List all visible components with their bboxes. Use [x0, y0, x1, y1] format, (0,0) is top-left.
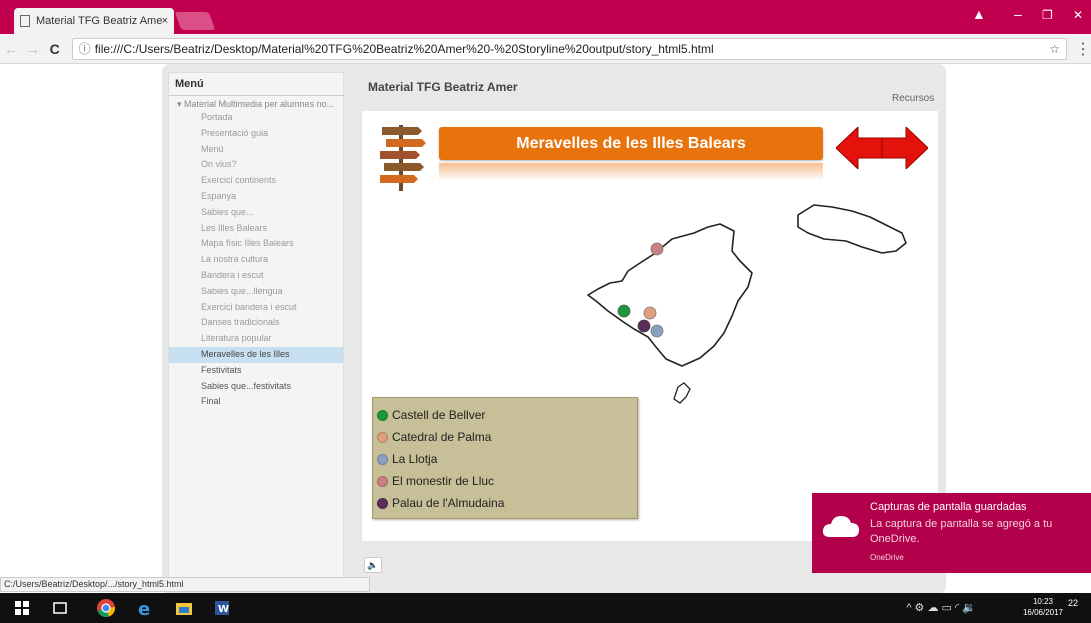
menu-sidebar: Menú ▾ Material Multimedia per alumnes n…: [168, 72, 345, 590]
menu-tab[interactable]: Menú: [169, 73, 343, 95]
new-tab-button[interactable]: [174, 12, 216, 30]
url-text: file:///C:/Users/Beatriz/Desktop/Materia…: [94, 41, 714, 56]
legend-label: Castell de Bellver: [392, 408, 486, 422]
menu-item[interactable]: Portada: [169, 110, 343, 126]
map-point-la-llotja: [650, 324, 664, 338]
notification-body: La captura de pantalla se agregó a tu On…: [870, 518, 1053, 545]
file-explorer-icon[interactable]: [174, 598, 194, 618]
legend-label: Palau de l'Almudaina: [392, 496, 505, 510]
course-title: Material TFG Beatriz Amer: [368, 80, 518, 94]
legend-dot-icon: [377, 475, 388, 487]
legend-dot-icon: [377, 431, 388, 443]
map-point-el-monestir-de-lluc: [650, 242, 664, 256]
menu-item[interactable]: La nostra cultura: [169, 252, 343, 268]
menu-item[interactable]: Mapa físic Illes Balears: [169, 236, 343, 252]
browser-toolbar: ← → C ⓘ file:///C:/Users/Beatriz/Desktop…: [0, 34, 1091, 64]
menu-item[interactable]: Sabies que...festivitats: [169, 379, 343, 395]
legend-dot-icon: [377, 497, 388, 509]
legend-dot-icon: [377, 409, 388, 421]
menu-item[interactable]: Danses tradicionals: [169, 315, 343, 331]
menu-item[interactable]: Exercici bandera i escut: [169, 300, 343, 316]
cabrera-outline: [673, 382, 691, 404]
info-icon[interactable]: ⓘ: [79, 40, 91, 57]
menu-root-item[interactable]: ▾ Material Multimedia per alumnes no...: [169, 95, 343, 110]
legend-item[interactable]: La Llotja: [377, 452, 437, 466]
reload-button[interactable]: C: [44, 41, 66, 57]
forward-button[interactable]: →: [22, 41, 44, 57]
resources-button[interactable]: Recursos: [892, 93, 934, 104]
map-point-palau-de-l-almudaina: [637, 319, 651, 333]
menu-item[interactable]: Sabies que...llengua: [169, 284, 343, 300]
map-point-castell-de-bellver: [617, 304, 631, 318]
menu-item[interactable]: Literatura popular: [169, 331, 343, 347]
tab-close-icon[interactable]: ×: [162, 15, 168, 27]
legend-item[interactable]: El monestir de Lluc: [377, 474, 494, 488]
svg-text:e: e: [138, 599, 150, 618]
legend-label: La Llotja: [392, 452, 438, 466]
minimize-button[interactable]: –: [1014, 6, 1022, 22]
menorca-outline: [797, 204, 907, 254]
browser-titlebar: Material TFG Beatriz Ame × ▲ – ❐ ✕: [0, 0, 1091, 34]
menu-item[interactable]: Festivitats: [169, 363, 343, 379]
status-bar-url: C:/Users/Beatriz/Desktop/.../story_html5…: [0, 577, 370, 592]
menu-item[interactable]: Meravelles de les Illes: [169, 346, 343, 363]
windows-taskbar: e W ^ ⚙ ☁ ▭ ◜ 🔉: [0, 593, 1091, 623]
action-center-icon[interactable]: 22: [1068, 598, 1078, 608]
back-button[interactable]: ←: [0, 41, 22, 57]
menu-item[interactable]: Final: [169, 394, 343, 410]
edge-icon[interactable]: e: [136, 598, 156, 618]
windows-start-icon[interactable]: [12, 598, 32, 618]
notification-title: Capturas de pantalla guardadas: [870, 501, 1027, 513]
notification-app-name: OneDrive: [870, 553, 904, 562]
browser-tab[interactable]: Material TFG Beatriz Ame ×: [14, 8, 174, 34]
legend-item[interactable]: Castell de Bellver: [377, 408, 485, 422]
system-tray-icons[interactable]: ^ ⚙ ☁ ▭ ◜ 🔉: [906, 601, 976, 614]
menu-item[interactable]: Presentació guia: [169, 126, 343, 142]
onedrive-notification[interactable]: Capturas de pantalla guardadas La captur…: [812, 493, 1091, 573]
svg-text:W: W: [218, 604, 229, 615]
legend-label: El monestir de Lluc: [392, 474, 495, 488]
menu-item[interactable]: Espanya: [169, 189, 343, 205]
menu-divider: [169, 95, 345, 96]
close-window-button[interactable]: ✕: [1073, 8, 1083, 22]
menu-item[interactable]: Exercici continents: [169, 173, 343, 189]
map-point-catedral-de-palma: [643, 306, 657, 320]
notification-count: 22: [1068, 598, 1079, 608]
word-icon[interactable]: W: [212, 598, 232, 618]
menu-item[interactable]: Menú: [169, 142, 343, 158]
user-profile-icon[interactable]: ▲: [972, 6, 986, 22]
address-bar[interactable]: ⓘ file:///C:/Users/Beatriz/Desktop/Mater…: [71, 37, 1067, 60]
browser-menu-icon[interactable]: ⋮: [1075, 39, 1091, 59]
maximize-button[interactable]: ❐: [1042, 8, 1053, 22]
map-legend: Castell de Bellver Catedral de Palma La …: [372, 397, 638, 519]
menu-item[interactable]: Les Illes Balears: [169, 221, 343, 237]
document-icon: [20, 15, 30, 27]
volume-button[interactable]: 🔈: [364, 557, 382, 573]
chrome-icon[interactable]: [96, 598, 116, 618]
taskbar-clock[interactable]: 10:23 16/06/2017: [1018, 596, 1068, 618]
menu-list: Portada Presentació guia Menú On vius? Exerc…: [169, 110, 343, 410]
menu-item[interactable]: Sabies que...: [169, 205, 343, 221]
menu-item[interactable]: Bandera i escut: [169, 268, 343, 284]
bookmark-star-icon[interactable]: ☆: [1049, 42, 1060, 56]
clock-time: 10:23: [1032, 597, 1054, 606]
cloud-icon: [822, 516, 859, 537]
legend-dot-icon: [377, 453, 388, 465]
menu-item[interactable]: On vius?: [169, 157, 343, 173]
legend-item[interactable]: Catedral de Palma: [377, 430, 491, 444]
task-view-icon[interactable]: [50, 598, 70, 618]
legend-item[interactable]: Palau de l'Almudaina: [377, 496, 504, 510]
clock-date: 16/06/2017: [1022, 608, 1064, 617]
legend-label: Catedral de Palma: [392, 430, 492, 444]
mallorca-outline: [587, 223, 753, 367]
tab-title: Material TFG Beatriz Ame: [36, 15, 162, 27]
slide-canvas: Meravelles de les Illes Balears Castell …: [362, 111, 938, 541]
